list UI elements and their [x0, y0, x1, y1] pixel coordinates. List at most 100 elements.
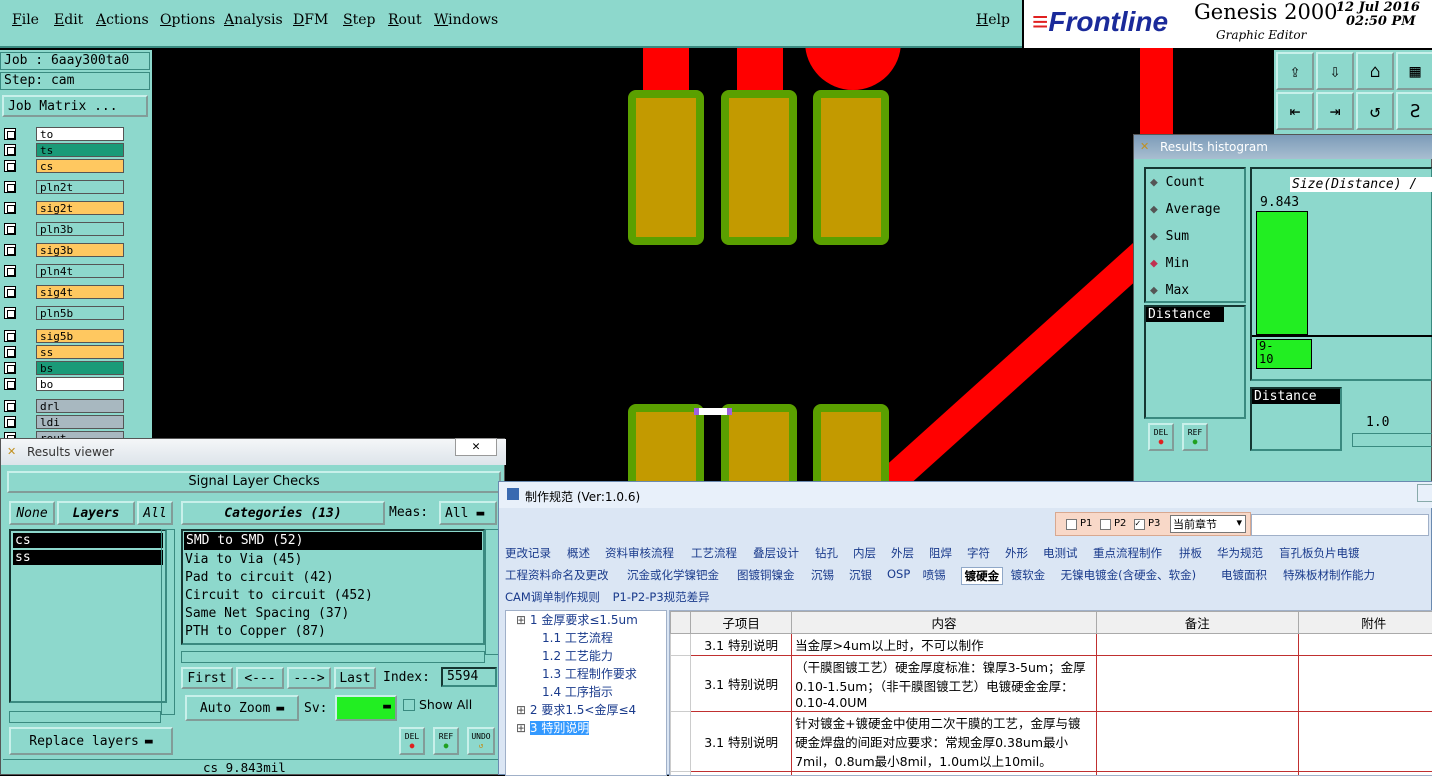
ref-button[interactable]: REF● [1182, 423, 1208, 451]
import-icon[interactable]: ⇤ [1276, 92, 1314, 130]
layer-result-list[interactable]: cs ss [9, 529, 167, 703]
expand-icon[interactable]: ⊞ [516, 613, 530, 627]
minimize-button[interactable] [1417, 484, 1432, 502]
layer-row-drl[interactable]: drl [4, 398, 124, 413]
field-selected[interactable]: Distance [1146, 307, 1224, 322]
layer-swatch[interactable] [18, 264, 34, 277]
expand-icon[interactable]: ⊞ [516, 703, 530, 717]
attachment-cell[interactable] [1298, 656, 1432, 712]
layer-row-pln4t[interactable]: pln4t [4, 263, 124, 278]
menu-edit[interactable]: Edit [54, 12, 83, 28]
del-button[interactable]: DEL● [1148, 423, 1174, 451]
tab-item[interactable]: CAM调单制作规则 [505, 589, 600, 605]
layers-button[interactable]: Layers [57, 501, 135, 525]
tab-item[interactable]: 内层 [853, 545, 876, 561]
menu-rout[interactable]: Rout [388, 12, 422, 28]
tab-item[interactable]: 电镀面积 [1221, 567, 1267, 583]
category-item[interactable]: Pad to circuit (42) [183, 569, 483, 587]
p2-checkbox[interactable] [1100, 519, 1111, 530]
open-icon[interactable]: ⇪ [1276, 52, 1314, 90]
del-button[interactable]: DEL● [399, 727, 425, 755]
layer-name[interactable]: drl [36, 399, 124, 413]
undo-icon[interactable]: ↺ [1356, 92, 1394, 130]
layer-row-ldi[interactable]: ldi [4, 414, 124, 429]
menu-actions[interactable]: Actions [96, 12, 149, 28]
tab-item[interactable]: 工艺流程 [691, 545, 737, 561]
tab-item[interactable]: 资料审核流程 [605, 545, 674, 561]
tab-item[interactable]: 沉金或化学镍钯金 [627, 567, 719, 583]
menu-help[interactable]: Help [976, 12, 1010, 28]
tab-item[interactable]: 特殊板材制作能力 [1283, 567, 1375, 583]
column-header-remark[interactable]: 备注 [1096, 612, 1298, 634]
layer-checkbox[interactable] [4, 400, 16, 412]
remark-cell[interactable] [1096, 656, 1298, 712]
chapter-dropdown[interactable]: 当前章节▾ [1170, 515, 1246, 533]
layer-name[interactable]: pln3b [36, 222, 124, 236]
layer-name[interactable]: sig3b [36, 243, 124, 257]
remark-cell[interactable] [1096, 772, 1298, 776]
auto-zoom-dropdown[interactable]: Auto Zoom▬ [185, 695, 299, 721]
tab-item[interactable]: 无镍电镀金(含硬金、软金) [1061, 567, 1196, 583]
show-all-checkbox[interactable] [403, 699, 415, 711]
tree-node[interactable]: 1.1 工艺流程 [506, 629, 666, 647]
layer-row-bs[interactable]: bs [4, 360, 124, 375]
tab-item[interactable]: 工程资料命名及更改 [505, 567, 609, 583]
category-item[interactable]: Same Net Spacing (37) [183, 605, 483, 623]
tab-item[interactable]: 电测试 [1043, 545, 1078, 561]
all-button[interactable]: All [137, 501, 173, 525]
categories-button[interactable]: Categories (13) [181, 501, 385, 525]
horizontal-scrollbar[interactable] [9, 711, 161, 723]
category-scrollbar[interactable] [485, 529, 499, 655]
layer-swatch[interactable] [18, 243, 34, 256]
smd-pad[interactable] [721, 90, 797, 245]
stat-option-max[interactable]: ◆ Max [1146, 277, 1244, 304]
tab-item[interactable]: 镀软金 [1011, 567, 1046, 583]
layer-swatch[interactable] [18, 306, 34, 319]
tab-item[interactable]: 外形 [1005, 545, 1028, 561]
tab-item[interactable]: 更改记录 [505, 545, 551, 561]
layer-row-sig2t[interactable]: sig2t [4, 200, 124, 215]
layer-checkbox[interactable] [4, 378, 16, 390]
layer-swatch[interactable] [18, 143, 34, 156]
p1-checkbox[interactable] [1066, 519, 1077, 530]
layer-checkbox[interactable] [4, 144, 16, 156]
stat-option-count[interactable]: ◆ Count [1146, 169, 1244, 196]
tree-node[interactable]: 1.3 工程制作要求 [506, 665, 666, 683]
layer-checkbox[interactable] [4, 346, 16, 358]
smd-pad[interactable] [628, 90, 704, 245]
layer-row-ss[interactable]: ss [4, 344, 124, 359]
layer-checkbox[interactable] [4, 181, 16, 193]
layer-checkbox[interactable] [4, 330, 16, 342]
content-cell[interactable]: （干膜图镀工艺）硬金厚度标准：镍厚3-5um；金厚0.10-1.5um；（非干膜… [792, 656, 1097, 712]
category-item[interactable]: Circuit to circuit (452) [183, 587, 483, 605]
histogram-bar[interactable] [1256, 211, 1308, 335]
layer-name[interactable]: sig5b [36, 329, 124, 343]
content-cell[interactable]: 针对镀金+镀硬金中使用二次干膜的工艺，金厚与镀硬金焊盘的间距对应要求：常规金厚0… [792, 712, 1097, 772]
layer-row-sig4t[interactable]: sig4t [4, 284, 124, 299]
tab-item[interactable]: 阻焊 [929, 545, 952, 561]
tab-item[interactable]: 喷锡 [923, 567, 946, 583]
menu-step[interactable]: Step [343, 12, 375, 28]
layer-row-bo[interactable]: bo [4, 376, 124, 391]
item-cell[interactable]: 3.1 特别说明 [691, 712, 792, 772]
content-cell[interactable]: 镀硬金最小钻孔：0.2MM [792, 772, 1097, 776]
layer-name[interactable]: to [36, 127, 124, 141]
layer-row-sig3b[interactable]: sig3b [4, 242, 124, 257]
layer-name[interactable]: cs [36, 159, 124, 173]
layer-swatch[interactable] [18, 399, 34, 412]
layer-swatch[interactable] [18, 201, 34, 214]
remark-cell[interactable] [1096, 634, 1298, 656]
layer-name[interactable]: bs [36, 361, 124, 375]
search-input[interactable] [1251, 514, 1429, 536]
layer-row-cs[interactable]: cs [4, 158, 124, 173]
column-header-item[interactable]: 子项目 [691, 612, 792, 634]
column-header-content[interactable]: 内容 [792, 612, 1097, 634]
layer-swatch[interactable] [18, 329, 34, 342]
field-list-2[interactable]: Distance [1250, 387, 1342, 451]
layer-swatch[interactable] [18, 127, 34, 140]
item-cell[interactable]: 3.1 特别说明 [691, 656, 792, 712]
layer-list-scrollbar[interactable] [161, 529, 175, 715]
layer-row-to[interactable]: to [4, 126, 124, 141]
tree-node[interactable]: ⊞ 1 金厚要求≤1.5um [506, 611, 666, 629]
layer-row-pln3b[interactable]: pln3b [4, 221, 124, 236]
